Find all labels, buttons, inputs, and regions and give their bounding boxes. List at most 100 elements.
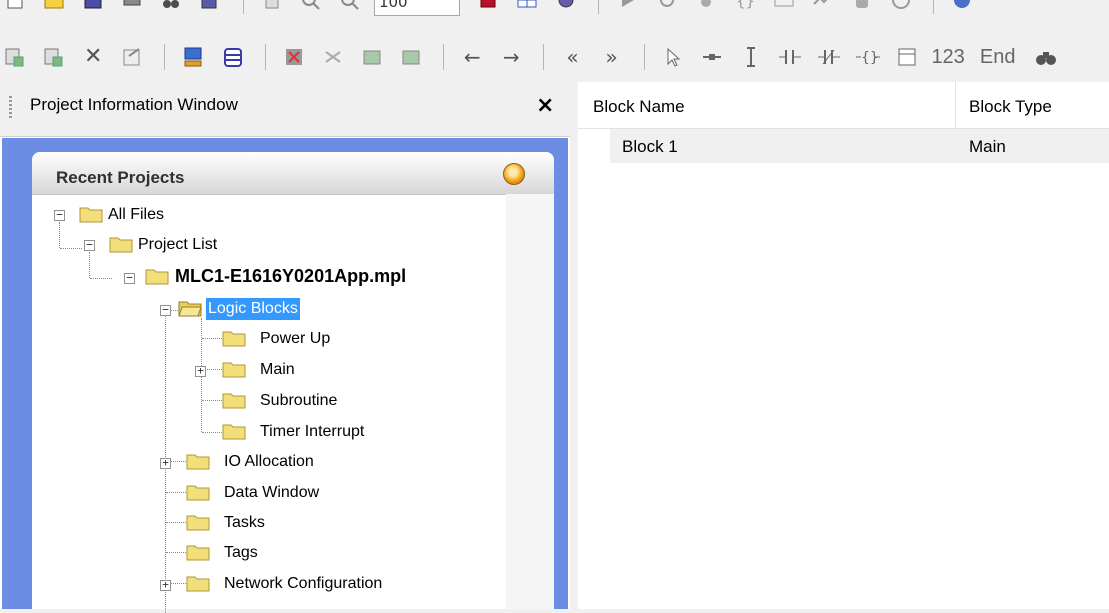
toolbar-separator [242,0,244,14]
vertical-wire-icon[interactable] [736,42,766,72]
timer-icon[interactable] [886,0,916,16]
add-block-icon[interactable] [357,42,387,72]
properties-icon[interactable] [117,42,147,72]
remove-block-icon[interactable] [396,42,426,72]
svg-text:{}: {} [736,0,755,10]
table-row[interactable]: Block 1 Main [610,129,1109,163]
grid-icon[interactable] [512,0,542,16]
tree-node-main[interactable]: + Main [0,359,400,385]
toolbar-separator [933,0,935,14]
insert-rung-icon[interactable] [0,42,30,72]
project-information-window: Project Information Window × Recent Proj… [0,82,570,613]
tree-label: MLC1-E1616Y0201App.mpl [175,266,407,286]
arrow-left-icon[interactable]: ← [457,42,487,72]
page-icon[interactable] [257,0,287,16]
new-icon[interactable] [0,0,30,16]
tree-node-project-file[interactable]: − MLC1-E1616Y0201App.mpl [0,265,500,291]
folder-icon [222,393,246,409]
cut-icon[interactable] [156,0,186,16]
double-left-icon[interactable]: « [558,42,588,72]
column-separator[interactable] [955,82,956,128]
tree-label: Subroutine [260,392,338,409]
print-icon[interactable] [117,0,147,16]
breakpoint-icon[interactable] [691,0,721,16]
paste-icon[interactable] [195,0,225,16]
standard-toolbar: 100 {} [0,0,1109,34]
tree-label: IO Allocation [224,453,314,470]
folder-icon [222,331,246,347]
open-folder-icon [178,301,202,317]
arrow-right-icon[interactable]: → [496,42,526,72]
tree-node-io-allocation[interactable]: + IO Allocation [0,451,400,477]
tree-node-network-configuration[interactable]: + Network Configuration [0,573,400,599]
block-list-grid: Block Name Block Type Block 1 Main [578,82,1109,609]
zoom-in-icon[interactable] [296,0,326,16]
tree-label: Main [260,361,295,378]
project-tree: − All Files − Project List − MLC1-E1616Y… [0,82,570,613]
wire-icon[interactable] [697,42,727,72]
stop-icon[interactable] [473,0,503,16]
tree-node-data-window[interactable]: Data Window [0,482,400,508]
tree-node-logic-blocks[interactable]: − Logic Blocks [0,297,400,323]
svg-text:{}: {} [861,50,879,66]
expand-toggle-icon[interactable]: + [160,579,171,591]
tree-label: All Files [108,206,165,223]
tree-label: Network Configuration [224,575,383,592]
open-icon[interactable] [39,0,69,16]
expand-toggle-icon[interactable]: + [195,365,206,377]
globe-icon[interactable] [947,0,977,16]
tree-node-project-list[interactable]: − Project List [0,234,300,260]
append-rung-icon[interactable] [39,42,69,72]
tree-label-selected: Logic Blocks [206,298,300,320]
pointer-icon[interactable] [658,42,688,72]
step-icon[interactable] [652,0,682,16]
connect-icon[interactable] [178,42,208,72]
tree-node-power-up[interactable]: Power Up [0,328,400,354]
save-icon[interactable] [78,0,108,16]
double-right-icon[interactable]: » [597,42,627,72]
tree-node-tags[interactable]: Tags [0,542,400,568]
contact-nc-icon[interactable] [814,42,844,72]
coil-icon[interactable]: {} [853,42,883,72]
number-button[interactable]: 123 [931,46,964,69]
column-header-block-type[interactable]: Block Type [969,97,1052,117]
folder-icon [186,485,210,501]
cell-block-type: Main [969,137,1006,156]
trend-icon[interactable] [769,0,799,16]
pane-splitter[interactable] [570,82,578,609]
delete-icon[interactable]: ✕ [78,42,108,72]
collapse-toggle-icon[interactable]: − [160,304,171,316]
tree-node-all-files[interactable]: − All Files [0,204,200,230]
function-block-icon[interactable] [892,42,922,72]
delete-branch-icon[interactable] [279,42,309,72]
folder-icon [79,207,103,223]
tree-label: Project List [138,236,218,253]
contact-no-icon[interactable] [775,42,805,72]
tree-node-subroutine[interactable]: Subroutine [0,390,400,416]
split-icon[interactable] [318,42,348,72]
tree-label: Data Window [224,484,320,501]
collapse-toggle-icon[interactable]: − [124,272,135,284]
zoom-out-icon[interactable] [335,0,365,16]
expand-toggle-icon[interactable]: + [160,457,171,469]
tree-node-tasks[interactable]: Tasks [0,512,400,538]
tree-label: Tasks [224,514,265,531]
collapse-toggle-icon[interactable]: − [84,239,95,251]
ladder-toolbar: ✕ ← → « » {} 123 End [0,34,1109,83]
run-icon[interactable] [612,0,642,16]
hand-icon[interactable] [847,0,877,16]
watch-icon[interactable]: {} [730,0,760,16]
database-icon[interactable] [218,42,248,72]
tree-node-timer-interrupt[interactable]: Timer Interrupt [0,421,400,447]
settings-icon[interactable] [551,0,581,16]
toolbar-separator [598,0,600,14]
collapse-toggle-icon[interactable]: − [54,209,65,221]
binoculars-icon[interactable] [1031,42,1061,72]
folder-icon [186,454,210,470]
end-button[interactable]: End [980,46,1016,69]
column-header-block-name[interactable]: Block Name [593,97,685,117]
zoom-combo[interactable]: 100 [373,0,460,16]
folder-icon [186,515,210,531]
tree-label: Timer Interrupt [260,423,365,440]
monitor-icon[interactable] [808,0,838,16]
